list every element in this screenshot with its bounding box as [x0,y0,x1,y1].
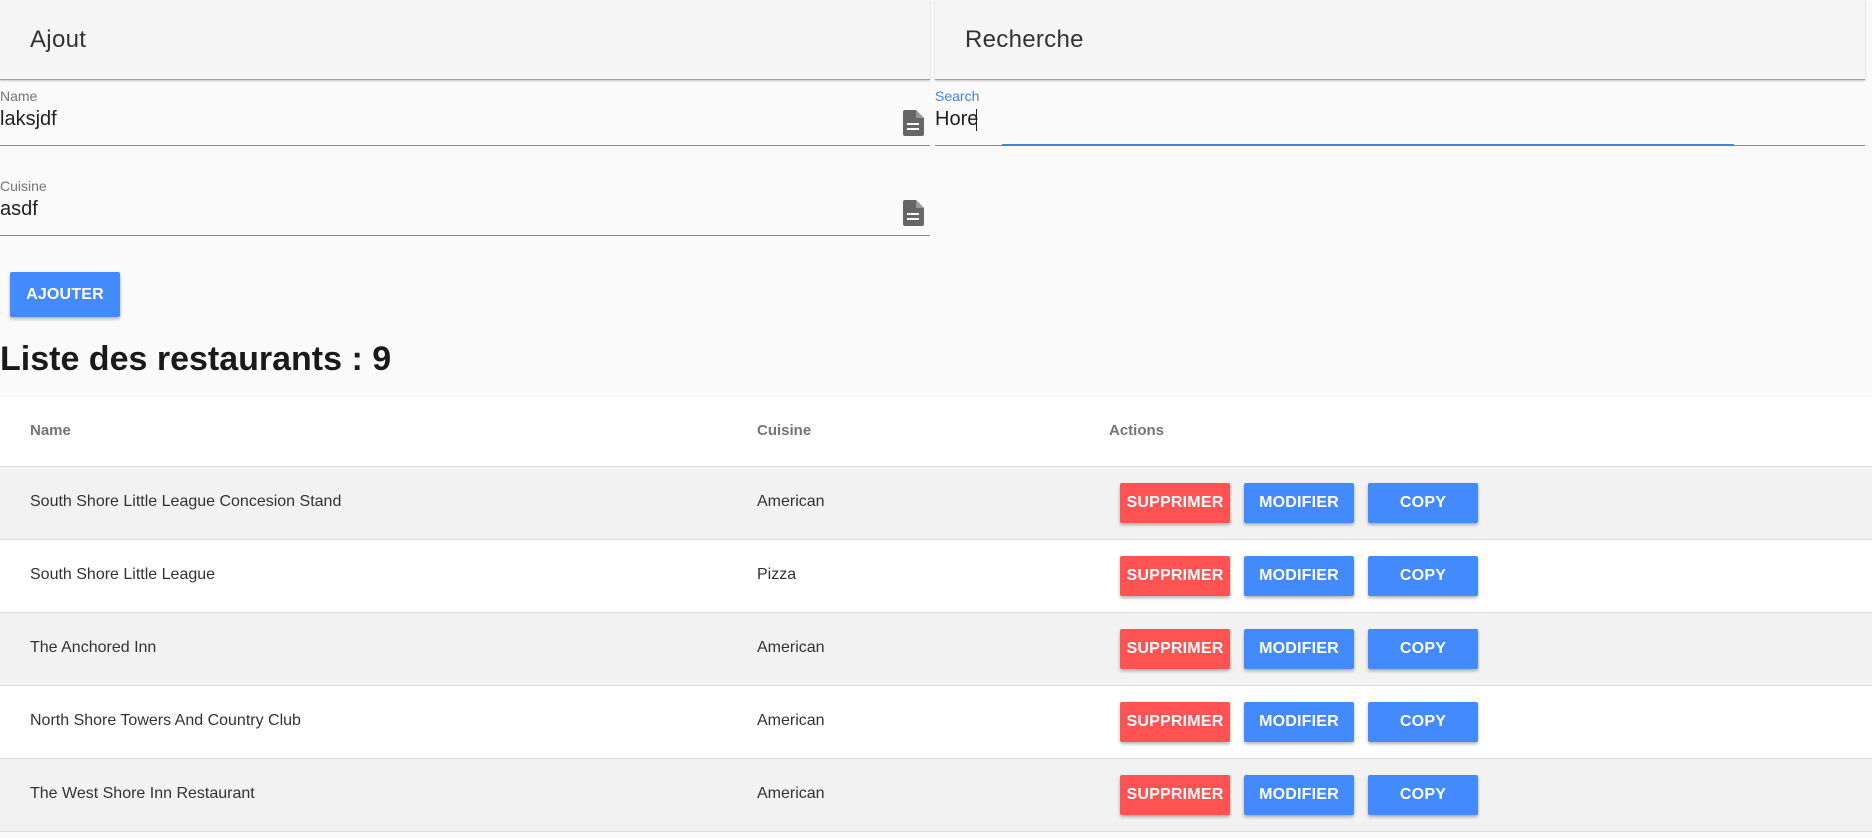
name-field[interactable]: Name [0,80,930,146]
row-actions: SUPPRIMER MODIFIER COPY [1120,556,1478,596]
cell-name: South Shore Little League Concesion Stan… [30,493,342,510]
cell-name: The West Shore Inn Restaurant [30,785,255,802]
delete-button[interactable]: SUPPRIMER [1120,483,1230,523]
header-actions: Actions [1109,422,1165,439]
cuisine-underline [0,235,930,236]
search-panel-title: Recherche [935,0,1865,80]
copy-button[interactable]: COPY [1368,702,1478,742]
cell-name: The Anchored Inn [30,639,157,656]
header-name: Name [30,422,71,439]
table-row: South Shore Little League Concesion Stan… [0,467,1872,540]
cell-name: South Shore Little League [30,566,216,583]
cuisine-field[interactable]: Cuisine [0,170,930,236]
search-panel: Recherche Search [935,0,1865,338]
header-cuisine: Cuisine [757,422,812,439]
forms-area: Ajout Name Cuisine AJOUTER [0,0,1872,338]
cell-cuisine: Pizza [757,566,797,583]
table-row: South Shore Little League Pizza SUPPRIME… [0,540,1872,613]
description-icon [903,110,924,136]
search-field[interactable]: Search [935,80,1865,146]
table-header: Name Cuisine Actions [0,397,1872,467]
description-icon [903,200,924,226]
cuisine-label: Cuisine [0,178,47,194]
cuisine-input[interactable] [0,198,880,221]
table-row: The Anchored Inn American SUPPRIMER MODI… [0,613,1872,686]
delete-button[interactable]: SUPPRIMER [1120,629,1230,669]
row-actions: SUPPRIMER MODIFIER COPY [1120,629,1478,669]
edit-button[interactable]: MODIFIER [1244,629,1354,669]
cell-cuisine: American [757,493,825,510]
cell-name: North Shore Towers And Country Club [30,712,301,729]
edit-button[interactable]: MODIFIER [1244,702,1354,742]
table-row: The West Shore Inn Restaurant American S… [0,759,1872,832]
copy-button[interactable]: COPY [1368,629,1478,669]
search-focus-underline [1002,144,1734,146]
edit-button[interactable]: MODIFIER [1244,775,1354,815]
row-actions: SUPPRIMER MODIFIER COPY [1120,775,1478,815]
text-caret [976,109,977,131]
search-input[interactable] [935,108,1815,131]
edit-button[interactable]: MODIFIER [1244,556,1354,596]
restaurant-count-title: Liste des restaurants : 9 [0,340,392,378]
add-button[interactable]: AJOUTER [10,272,120,317]
name-input[interactable] [0,108,880,131]
delete-button[interactable]: SUPPRIMER [1120,702,1230,742]
name-underline [0,145,930,146]
delete-button[interactable]: SUPPRIMER [1120,556,1230,596]
edit-button[interactable]: MODIFIER [1244,483,1354,523]
cell-cuisine: American [757,712,825,729]
add-panel-title: Ajout [0,0,930,80]
name-label: Name [0,88,38,104]
copy-button[interactable]: COPY [1368,483,1478,523]
delete-button[interactable]: SUPPRIMER [1120,775,1230,815]
row-actions: SUPPRIMER MODIFIER COPY [1120,702,1478,742]
copy-button[interactable]: COPY [1368,556,1478,596]
add-panel: Ajout Name Cuisine AJOUTER [0,0,930,338]
table-row: North Shore Towers And Country Club Amer… [0,686,1872,759]
copy-button[interactable]: COPY [1368,775,1478,815]
cell-cuisine: American [757,785,825,802]
restaurants-table: Name Cuisine Actions South Shore Little … [0,397,1872,832]
search-label: Search [935,88,980,104]
cell-cuisine: American [757,639,825,656]
row-actions: SUPPRIMER MODIFIER COPY [1120,483,1478,523]
